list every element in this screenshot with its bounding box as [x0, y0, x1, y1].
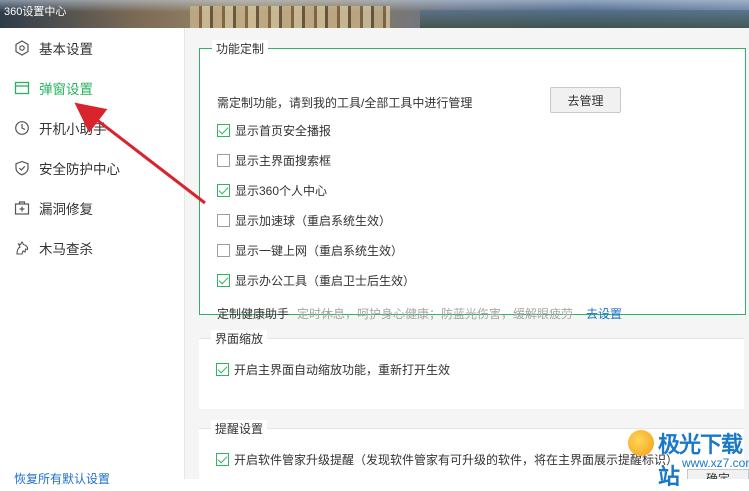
sidebar-item-label: 木马查杀	[39, 242, 93, 257]
popup-window-icon	[13, 79, 31, 97]
watermark-logo-icon	[628, 430, 654, 456]
gear-icon	[13, 39, 31, 57]
sidebar-item-boot-assistant[interactable]: 开机小助手	[0, 108, 184, 148]
health-settings-link[interactable]: 去设置	[586, 307, 622, 321]
checkbox[interactable]	[217, 243, 230, 257]
clock-icon	[13, 119, 31, 137]
option-label: 显示360个人中心	[235, 183, 328, 198]
sidebar: 基本设置 弹窗设置 开机小助手 安全防护中心 漏洞修复 木马查杀	[0, 28, 185, 479]
sidebar-item-security-center[interactable]: 安全防护中心	[0, 148, 184, 188]
manage-button[interactable]: 去管理	[550, 87, 621, 113]
health-assistant-label: 定制健康助手	[217, 307, 290, 321]
sidebar-item-label: 漏洞修复	[39, 202, 93, 217]
sidebar-item-label: 开机小助手	[39, 122, 107, 137]
checkbox[interactable]	[217, 153, 230, 167]
reminder-title: 提醒设置	[211, 420, 268, 437]
option-label: 显示首页安全播报	[235, 123, 332, 138]
checkbox[interactable]	[217, 273, 230, 287]
option-office-tools[interactable]: 显示办公工具（重启卫士后生效）	[217, 271, 415, 289]
sidebar-item-trojan-scan[interactable]: 木马查杀	[0, 228, 184, 268]
option-label: 开启主界面自动缩放功能，重新打开生效	[234, 362, 451, 377]
watermark: 极光下载站 www.xz7.com	[624, 424, 749, 489]
health-assistant-desc: 定时休息，呵护身心健康；防蓝光伤害，缓解眼疲劳	[297, 307, 574, 321]
option-label: 显示加速球（重启系统生效）	[235, 213, 392, 228]
option-label: 开启软件管家升级提醒（发现软件管家有可升级的软件，将在主界面展示提醒标识）	[234, 452, 679, 467]
health-assistant-row: 定制健康助手 定时休息，呵护身心健康；防蓝光伤害，缓解眼疲劳 去设置	[217, 305, 622, 322]
banner-hills	[420, 10, 749, 28]
sidebar-item-basic-settings[interactable]: 基本设置	[0, 28, 184, 68]
checkbox[interactable]	[216, 452, 229, 466]
feature-custom-group: 功能定制 需定制功能，请到我的工具/全部工具中进行管理 去管理 显示首页安全播报…	[199, 40, 746, 321]
option-software-upgrade-reminder[interactable]: 开启软件管家升级提醒（发现软件管家有可升级的软件，将在主界面展示提醒标识）	[216, 450, 678, 468]
shield-icon	[13, 159, 31, 177]
checkbox[interactable]	[216, 362, 229, 376]
option-main-search-box[interactable]: 显示主界面搜索框	[217, 151, 331, 169]
option-one-click-internet[interactable]: 显示一键上网（重启系统生效）	[217, 241, 403, 259]
option-home-security-broadcast[interactable]: 显示首页安全播报	[217, 121, 331, 139]
feature-custom-note: 需定制功能，请到我的工具/全部工具中进行管理	[217, 96, 473, 110]
sidebar-item-label: 基本设置	[39, 42, 93, 57]
option-label: 显示主界面搜索框	[235, 153, 332, 168]
option-auto-zoom[interactable]: 开启主界面自动缩放功能，重新打开生效	[216, 360, 450, 378]
sidebar-item-vulnerability-repair[interactable]: 漏洞修复	[0, 188, 184, 228]
checkbox[interactable]	[217, 123, 230, 137]
settings-content: 功能定制 需定制功能，请到我的工具/全部工具中进行管理 去管理 显示首页安全播报…	[185, 28, 749, 479]
sidebar-item-popup-settings[interactable]: 弹窗设置	[0, 68, 184, 108]
option-speed-ball[interactable]: 显示加速球（重启系统生效）	[217, 211, 391, 229]
sidebar-item-label: 弹窗设置	[39, 82, 93, 97]
sidebar-item-label: 安全防护中心	[39, 162, 120, 177]
option-360-personal-center[interactable]: 显示360个人中心	[217, 181, 327, 199]
watermark-url: www.xz7.com	[682, 456, 749, 470]
checkbox[interactable]	[217, 183, 230, 197]
zoom-group: 界面缩放 开启主界面自动缩放功能，重新打开生效	[199, 330, 744, 409]
window-title: 360设置中心	[4, 6, 67, 18]
banner-village	[190, 6, 390, 28]
title-bar: 360设置中心	[0, 0, 749, 28]
checkbox[interactable]	[217, 213, 230, 227]
zoom-title: 界面缩放	[211, 330, 268, 347]
option-label: 显示一键上网（重启系统生效）	[235, 243, 404, 258]
horse-icon	[13, 239, 31, 257]
option-label: 显示办公工具（重启卫士后生效）	[235, 273, 416, 288]
repair-kit-icon	[13, 199, 31, 217]
feature-custom-title: 功能定制	[212, 40, 269, 57]
